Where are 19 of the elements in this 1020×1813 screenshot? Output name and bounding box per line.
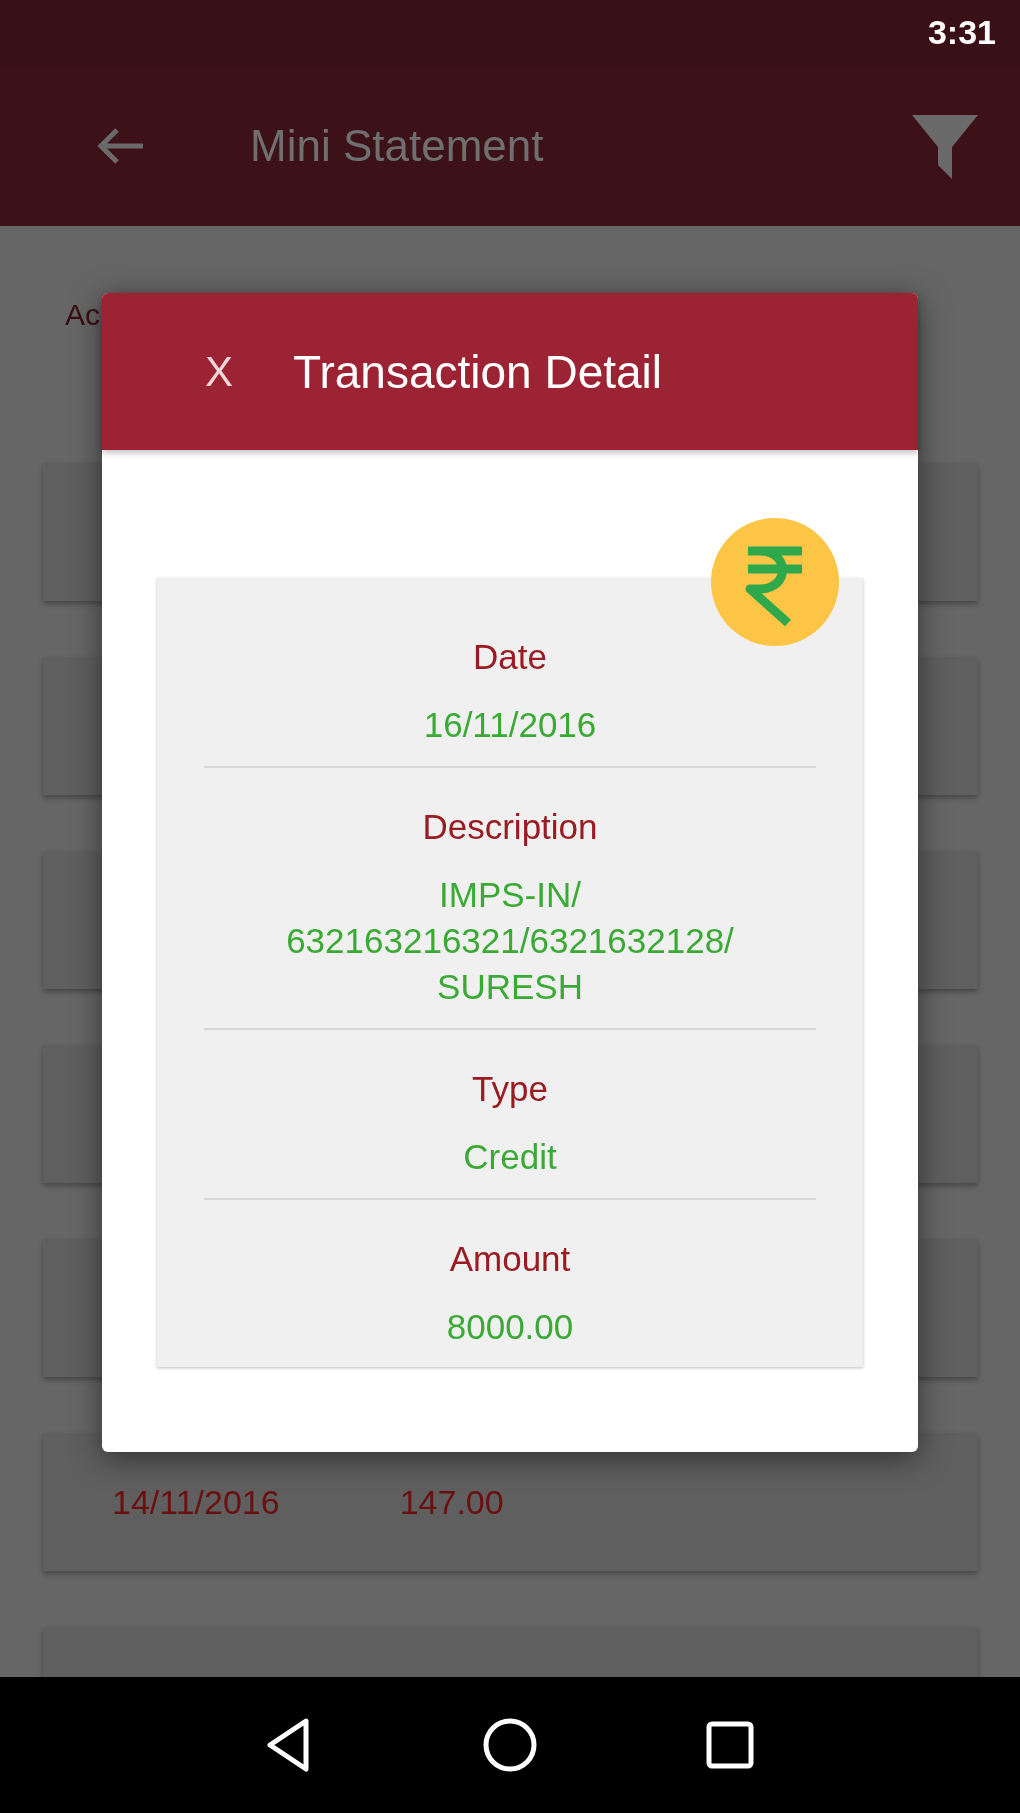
rupee-coin-icon [710,517,840,647]
back-arrow-icon[interactable] [95,125,145,166]
field-value: 8000.00 [446,1306,574,1348]
field-label: Date [473,636,547,678]
field-label: Amount [449,1238,571,1280]
filter-icon[interactable] [912,112,978,179]
field-label: Description [422,806,598,848]
close-button[interactable]: X [205,347,233,396]
home-circle-icon[interactable] [482,1717,538,1773]
field-value: Credit [463,1136,557,1178]
field-label: Type [472,1068,548,1110]
dialog-title: Transaction Detail [293,344,663,399]
field-value: 16/11/2016 [423,704,597,746]
field-value: IMPS-IN/ 632163216321/6321632128/ SURESH [286,874,734,1008]
transaction-amount: 147.00 [399,1482,504,1522]
account-label: Ac [65,297,100,333]
screen-title: Mini Statement [250,120,545,171]
status-time: 3:31 [927,13,996,52]
transaction-date: 14/11/2016 [112,1482,280,1522]
